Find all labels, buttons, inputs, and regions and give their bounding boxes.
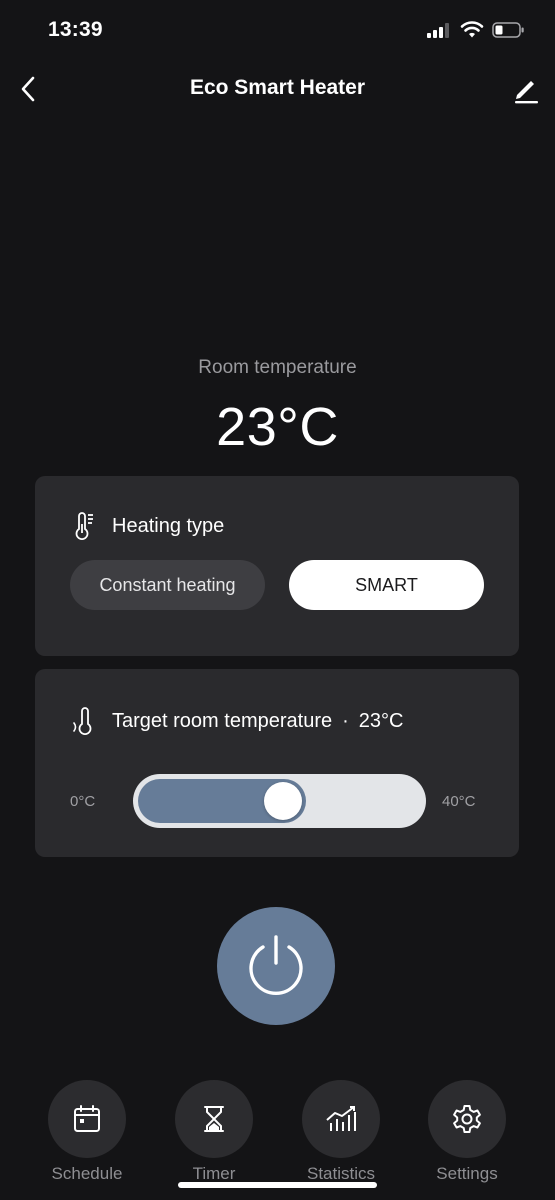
edit-pencil-icon[interactable]	[510, 74, 542, 104]
tab-statistics-label: Statistics	[306, 1164, 376, 1183]
tab-timer[interactable]: Timer	[174, 1080, 254, 1190]
target-temperature-label: Target room temperature	[112, 710, 333, 732]
title-separator: ·	[342, 710, 349, 732]
hourglass-icon	[204, 1106, 224, 1132]
statistics-button[interactable]	[302, 1080, 380, 1158]
slider-handle[interactable]	[264, 782, 302, 820]
gear-icon	[453, 1105, 481, 1133]
room-temperature-label: Room temperature	[198, 357, 357, 378]
calendar-icon	[74, 1105, 100, 1132]
heating-type-card: Heating type Constant heating SMART	[35, 476, 519, 656]
constant-heating-button[interactable]: Constant heating	[70, 560, 265, 610]
tab-schedule[interactable]: Schedule	[47, 1080, 127, 1190]
target-temperature-card: Target room temperature · 23°C 0°C 40°C	[35, 669, 519, 857]
tab-timer-label: Timer	[192, 1164, 236, 1183]
tab-settings-label: Settings	[436, 1164, 498, 1183]
heating-type-title: Heating type	[112, 515, 225, 537]
target-temperature-value: 23°C	[358, 710, 404, 732]
settings-button[interactable]	[428, 1080, 506, 1158]
power-icon	[249, 935, 303, 996]
chart-icon	[326, 1106, 356, 1131]
home-indicator[interactable]	[178, 1182, 377, 1188]
thermometer-icon	[73, 707, 92, 735]
target-temperature-title: Target room temperature · 23°C	[112, 710, 403, 733]
tab-settings[interactable]: Settings	[427, 1080, 507, 1190]
tab-schedule-label: Schedule	[51, 1164, 123, 1183]
slider-max-label: 40°C	[442, 793, 476, 810]
target-temperature-slider[interactable]	[133, 774, 426, 828]
power-button[interactable]	[217, 907, 335, 1025]
wifi-icon	[460, 21, 484, 38]
page-title: Eco Smart Heater	[189, 76, 366, 99]
schedule-button[interactable]	[48, 1080, 126, 1158]
status-bar: 13:39	[0, 0, 555, 60]
tab-statistics[interactable]: Statistics	[301, 1080, 381, 1190]
battery-icon	[492, 22, 524, 38]
status-time: 13:39	[48, 18, 103, 41]
thermometer-icon	[75, 512, 93, 540]
cellular-signal-icon	[427, 22, 451, 38]
room-temperature-value: 23°C	[216, 397, 339, 457]
timer-button[interactable]	[175, 1080, 253, 1158]
heater-screen: 13:39 Eco Smart Heater Room temperature …	[0, 0, 555, 1200]
smart-button[interactable]: SMART	[289, 560, 484, 610]
slider-min-label: 0°C	[70, 793, 96, 810]
